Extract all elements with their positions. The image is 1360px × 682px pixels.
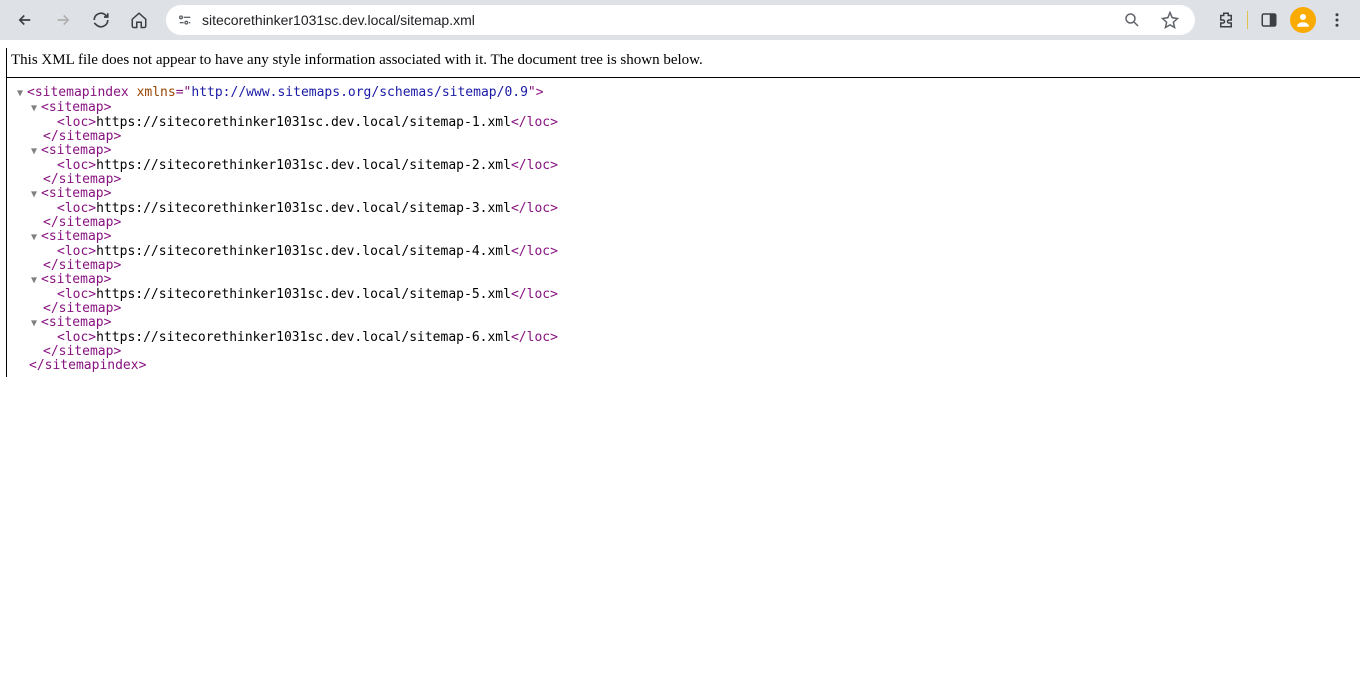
xml-loc-5: <loc>https://sitecorethinker1031sc.dev.l…: [15, 331, 1356, 345]
zoom-icon[interactable]: [1117, 5, 1147, 35]
address-actions: [1117, 5, 1185, 35]
toolbar-right: [1205, 5, 1352, 35]
xml-sitemap-open-2[interactable]: ▼<sitemap>: [15, 187, 1356, 202]
xml-tree: ▼<sitemapindex xmlns="http://www.sitemap…: [7, 78, 1360, 377]
reload-icon: [92, 11, 110, 29]
xml-loc-1: <loc>https://sitecorethinker1031sc.dev.l…: [15, 159, 1356, 173]
expander-icon[interactable]: ▼: [31, 102, 41, 116]
xml-sitemap-open-5[interactable]: ▼<sitemap>: [15, 316, 1356, 331]
expander-icon[interactable]: ▼: [31, 231, 41, 245]
arrow-left-icon: [16, 11, 34, 29]
xml-sitemap-close-2: </sitemap>: [15, 216, 1356, 230]
xml-loc-4: <loc>https://sitecorethinker1031sc.dev.l…: [15, 288, 1356, 302]
xml-sitemap-close-0: </sitemap>: [15, 130, 1356, 144]
xml-sitemap-close-5: </sitemap>: [15, 345, 1356, 359]
xml-notice: This XML file does not appear to have an…: [7, 48, 1360, 78]
site-info-icon[interactable]: [176, 11, 194, 29]
xml-sitemap-open-1[interactable]: ▼<sitemap>: [15, 144, 1356, 159]
xml-sitemap-open-4[interactable]: ▼<sitemap>: [15, 273, 1356, 288]
profile-icon[interactable]: [1290, 7, 1316, 33]
xml-sitemap-open-3[interactable]: ▼<sitemap>: [15, 230, 1356, 245]
arrow-right-icon: [54, 11, 72, 29]
expander-icon[interactable]: ▼: [17, 87, 27, 101]
expander-icon[interactable]: ▼: [31, 317, 41, 331]
url-text: sitecorethinker1031sc.dev.local/sitemap.…: [202, 12, 1109, 28]
xml-loc-0: <loc>https://sitecorethinker1031sc.dev.l…: [15, 116, 1356, 130]
home-button[interactable]: [122, 3, 156, 37]
xml-root-close: </sitemapindex>: [15, 359, 1356, 373]
side-panel-icon[interactable]: [1254, 5, 1284, 35]
page-content: This XML file does not appear to have an…: [6, 48, 1360, 377]
xml-root-open[interactable]: ▼<sitemapindex xmlns="http://www.sitemap…: [15, 86, 1356, 101]
forward-button[interactable]: [46, 3, 80, 37]
xml-sitemap-close-1: </sitemap>: [15, 173, 1356, 187]
xml-sitemap-close-3: </sitemap>: [15, 259, 1356, 273]
browser-toolbar: sitecorethinker1031sc.dev.local/sitemap.…: [0, 0, 1360, 40]
expander-icon[interactable]: ▼: [31, 188, 41, 202]
back-button[interactable]: [8, 3, 42, 37]
separator: [1247, 11, 1248, 29]
expander-icon[interactable]: ▼: [31, 145, 41, 159]
bookmark-icon[interactable]: [1155, 5, 1185, 35]
home-icon: [130, 11, 148, 29]
xml-sitemap-close-4: </sitemap>: [15, 302, 1356, 316]
extensions-icon[interactable]: [1211, 5, 1241, 35]
xml-sitemap-open-0[interactable]: ▼<sitemap>: [15, 101, 1356, 116]
address-bar[interactable]: sitecorethinker1031sc.dev.local/sitemap.…: [166, 5, 1195, 35]
expander-icon[interactable]: ▼: [31, 274, 41, 288]
reload-button[interactable]: [84, 3, 118, 37]
menu-icon[interactable]: [1322, 5, 1352, 35]
xml-loc-2: <loc>https://sitecorethinker1031sc.dev.l…: [15, 202, 1356, 216]
xml-loc-3: <loc>https://sitecorethinker1031sc.dev.l…: [15, 245, 1356, 259]
